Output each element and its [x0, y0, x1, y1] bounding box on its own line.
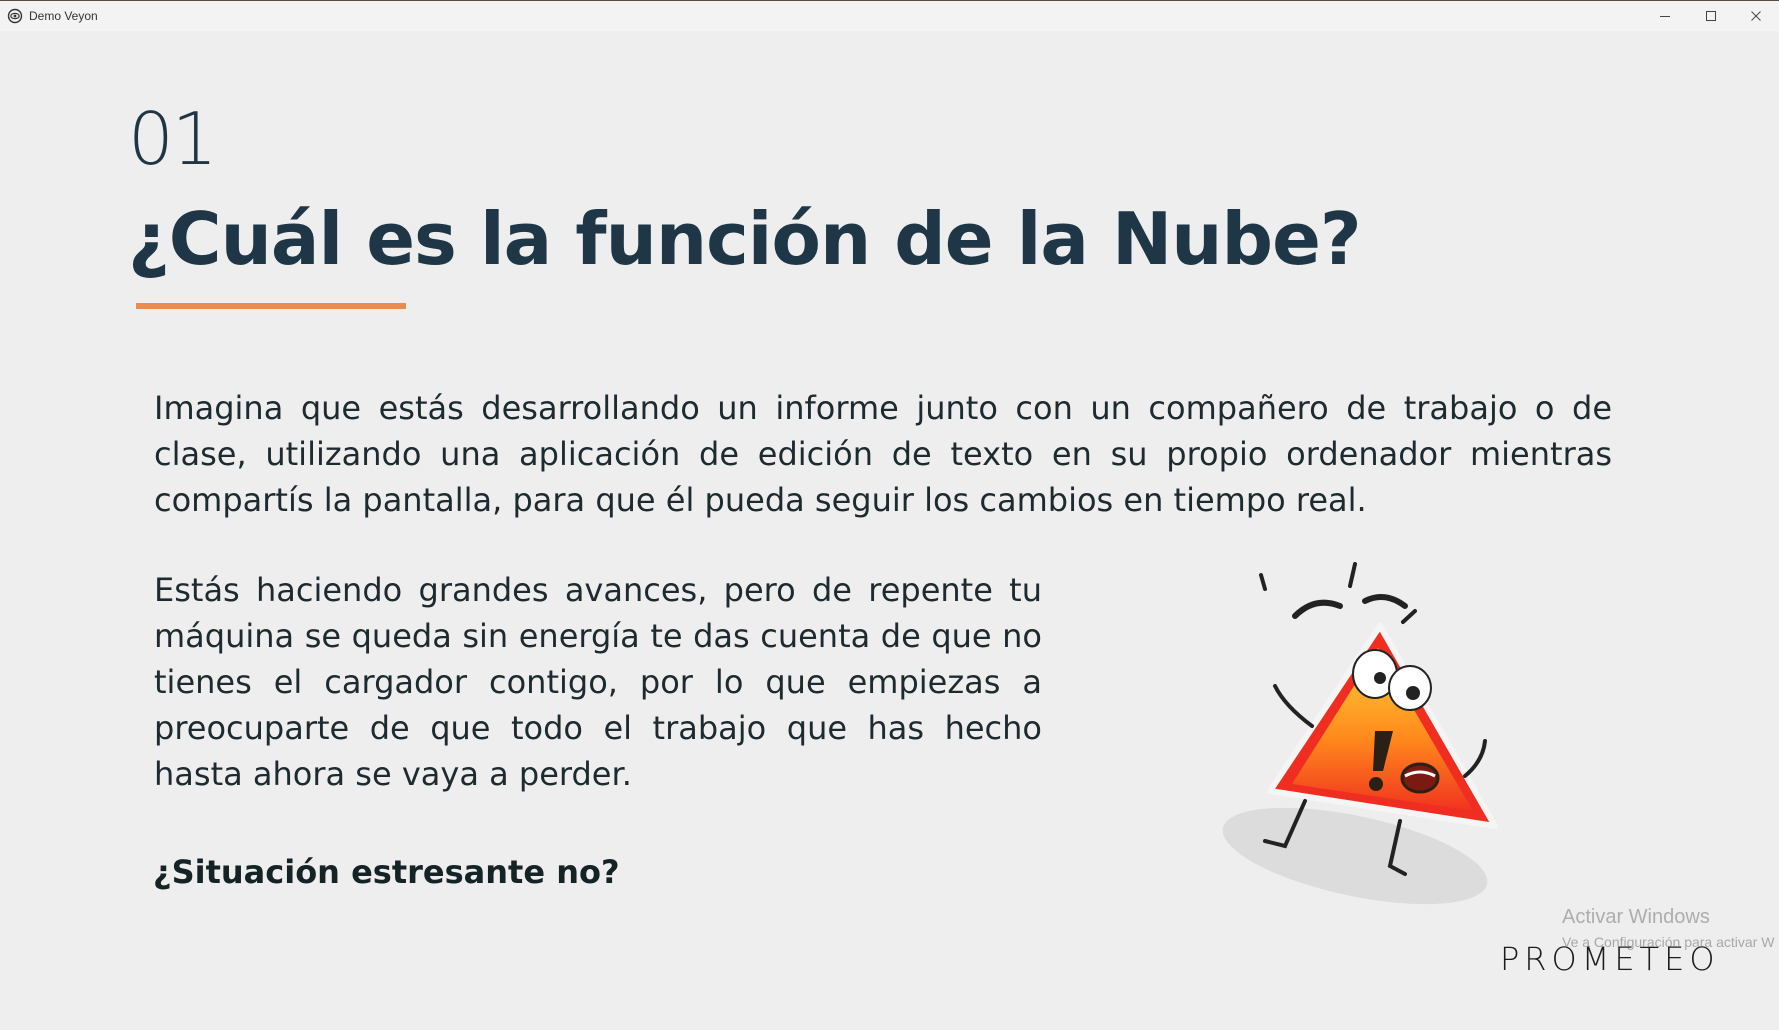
slide-number: 01 — [128, 97, 218, 181]
windows-activation-hint: Ve a Configuración para activar W — [1562, 934, 1775, 950]
title-bar[interactable]: Demo Veyon — [0, 0, 1779, 31]
stressed-warning-sign-icon — [1222, 562, 1498, 905]
windows-activation-watermark: Activar Windows — [1562, 906, 1710, 928]
title-underline — [136, 303, 406, 309]
scenario-paragraph: Estás haciendo grandes avances, pero de … — [154, 571, 1042, 793]
closing-question: ¿Situación estresante no? — [153, 853, 620, 891]
maximize-button[interactable] — [1688, 1, 1734, 31]
veyon-app-icon — [7, 8, 23, 24]
minimize-button[interactable] — [1642, 1, 1688, 31]
intro-paragraph: Imagina que estás desarrollando un infor… — [154, 389, 1612, 519]
minimize-icon — [1660, 16, 1670, 17]
presentation-slide: 01 ¿Cuál es la función de la Nube? Imagi… — [0, 31, 1779, 1030]
veyon-window: Demo Veyon 01 ¿Cuál es la función de la … — [0, 0, 1779, 1030]
maximize-icon — [1706, 11, 1716, 21]
slide-title: ¿Cuál es la función de la Nube? — [128, 197, 1362, 281]
window-title: Demo Veyon — [29, 9, 98, 23]
close-button[interactable] — [1733, 1, 1779, 31]
close-icon — [1751, 11, 1761, 21]
